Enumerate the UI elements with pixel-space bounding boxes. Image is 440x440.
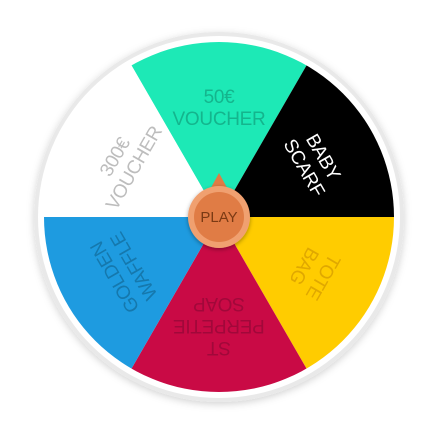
segment-label-line: PERPETIE xyxy=(173,315,265,336)
play-button-label[interactable]: PLAY xyxy=(200,209,237,226)
segment-label-line: VOUCHER xyxy=(173,109,266,130)
prize-wheel[interactable]: 50€ VOUCHERBABYSCARFTOTEBAGSTPERPETIESOAP… xyxy=(0,0,440,440)
segment-label-line: 50€ xyxy=(204,87,236,108)
prize-wheel-stage: 50€ VOUCHER BABYSCARF TOTEBAG STPERPETIESOAP… xyxy=(0,0,440,440)
segment-label-line: ST xyxy=(206,337,230,358)
segment-label-line: SOAP xyxy=(193,293,245,314)
